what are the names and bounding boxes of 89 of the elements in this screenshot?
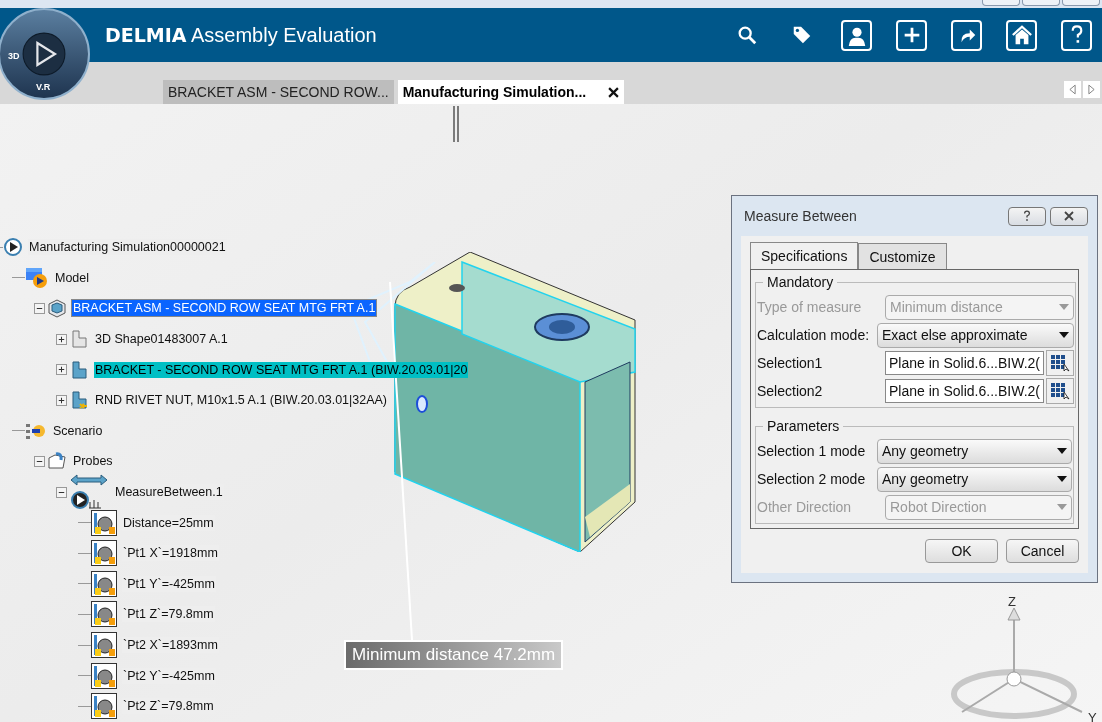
close-button[interactable]	[1050, 206, 1088, 226]
model-icon	[25, 266, 49, 289]
collapse-toggle[interactable]	[34, 303, 45, 314]
dropdown[interactable]: Any geometry	[877, 438, 1072, 464]
cube-icon	[47, 298, 67, 319]
help-icon	[1023, 210, 1031, 222]
logo-label: V.R	[36, 80, 51, 94]
splitter-handle-icon[interactable]	[453, 106, 459, 142]
expand-toggle[interactable]	[56, 394, 67, 406]
caret-icon	[1057, 476, 1067, 482]
window-maximize-button[interactable]	[1022, 0, 1060, 6]
parameter-icon	[91, 601, 117, 628]
caret-icon	[1057, 504, 1067, 510]
field-label: Selection2	[757, 381, 824, 401]
tree-item[interactable]: Manufacturing Simulation00000021	[28, 239, 227, 256]
plus-icon	[58, 366, 65, 374]
play-icon	[22, 32, 66, 76]
user-icon[interactable]	[841, 19, 872, 51]
expand-toggle[interactable]	[56, 333, 67, 345]
bracket-shape-icon	[69, 359, 89, 380]
caret-icon	[1058, 304, 1069, 310]
tree-connector	[12, 277, 25, 279]
field-label: Type of measure	[757, 297, 863, 317]
help-icon	[1070, 25, 1083, 45]
parameter-icon	[91, 662, 117, 689]
folder-icon	[47, 451, 67, 472]
grid-select-icon[interactable]	[1045, 378, 1074, 404]
tree-connector	[78, 552, 91, 554]
expand-toggle[interactable]	[56, 364, 67, 376]
collapse-toggle[interactable]	[34, 455, 45, 467]
field-label: Calculation mode:	[757, 325, 871, 345]
tree-item[interactable]: BRACKET ASM - SECOND ROW SEAT MTG FRT A.1	[72, 300, 377, 317]
dropdown[interactable]: Exact else approximate	[877, 322, 1074, 348]
bracket-shape-icon	[69, 329, 89, 350]
help-button[interactable]	[1008, 206, 1046, 226]
scroll-right-icon[interactable]	[1083, 81, 1100, 98]
bracket-shape-icon	[69, 390, 89, 411]
process-icon	[3, 237, 23, 258]
group-title: Mandatory	[766, 273, 835, 292]
tree-connector	[78, 613, 91, 615]
minus-icon	[36, 305, 43, 312]
tree-connector	[78, 583, 91, 585]
tree-connector	[78, 522, 91, 524]
collapse-toggle[interactable]	[56, 486, 67, 498]
group-title: Parameters	[766, 417, 841, 436]
selection-field[interactable]: Plane in Solid.6...BIW.2(	[885, 379, 1044, 403]
caret-icon	[1058, 332, 1069, 338]
tree-connector	[12, 430, 25, 432]
dialog-button[interactable]: Cancel	[1006, 539, 1079, 563]
scroll-left-icon[interactable]	[1064, 81, 1081, 98]
dialog-title: Measure Between	[744, 206, 857, 226]
dialog-button[interactable]: OK	[925, 539, 998, 563]
home-icon[interactable]	[1006, 19, 1037, 51]
caret-icon	[1057, 448, 1067, 454]
parameter-icon	[91, 540, 117, 567]
share-icon[interactable]	[951, 19, 982, 51]
measure-icon	[69, 474, 109, 511]
tree-item[interactable]: RND RIVET NUT, M10x1.5 A.1 (BIW.20.03.01|32AA)	[94, 392, 389, 409]
window-minimize-button[interactable]	[982, 0, 1020, 6]
parameter-icon	[91, 570, 117, 597]
tree-item[interactable]: 3D Shape01483007 A.1	[94, 331, 229, 348]
app-title: DELMIA Assembly Evaluation	[105, 23, 377, 48]
parameter-icon	[91, 693, 117, 720]
parameter-icon	[91, 632, 117, 658]
dialog-tab[interactable]: Specifications	[750, 242, 859, 269]
dialog-tab[interactable]: Customize	[858, 243, 947, 270]
field-label: Selection1	[757, 353, 824, 373]
parameter-icon	[91, 509, 117, 536]
add-icon[interactable]	[896, 19, 927, 51]
close-icon	[1064, 211, 1074, 221]
document-tab[interactable]: BRACKET ASM - SECOND ROW...	[163, 80, 394, 104]
measure-label: Minimum distance 47.2mm	[344, 640, 564, 670]
tree-connector	[78, 705, 91, 707]
plus-icon	[58, 335, 65, 343]
dropdown[interactable]: Any geometry	[877, 466, 1072, 492]
plus-icon	[58, 396, 65, 404]
field-label: Other Direction	[757, 497, 853, 517]
close-icon[interactable]	[608, 86, 620, 98]
logo-label: 3D	[8, 50, 20, 63]
compass-drawing[interactable]: Z Y	[942, 594, 1102, 722]
field-label: Selection 2 mode	[757, 469, 867, 489]
window-close-button[interactable]	[1062, 0, 1100, 6]
tree-connector	[78, 644, 91, 646]
tree-connector	[78, 675, 91, 677]
document-tab[interactable]: Manufacturing Simulation...	[397, 80, 625, 104]
field-label: Selection 1 mode	[757, 441, 867, 461]
tree-item[interactable]: BRACKET - SECOND ROW SEAT MTG FRT A.1 (BIW.20.03.01|20	[94, 361, 469, 378]
selection-field[interactable]: Plane in Solid.6...BIW.2(	[885, 351, 1044, 375]
grid-select-icon[interactable]	[1045, 350, 1074, 376]
